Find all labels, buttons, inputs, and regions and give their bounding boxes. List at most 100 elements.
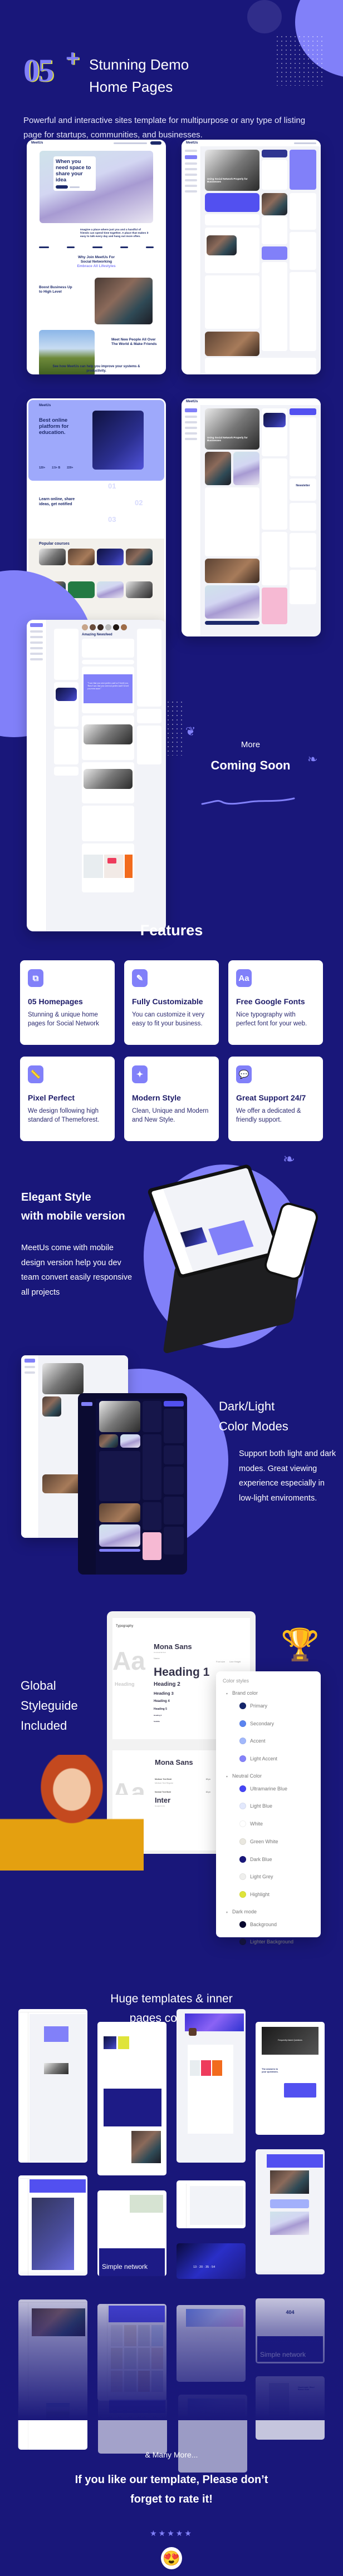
post-card xyxy=(99,1434,118,1448)
about-people-image xyxy=(131,2131,161,2163)
learn-heading: Learn online, share ideas, get notified xyxy=(39,497,75,506)
color-styles-title: Color styles xyxy=(223,1678,249,1684)
partner-logo xyxy=(120,246,128,248)
template-thumb-chat[interactable] xyxy=(177,2180,246,2228)
sidebar-item xyxy=(185,190,197,193)
hero-title-line: Home Pages xyxy=(89,78,173,95)
color-dot xyxy=(239,1873,246,1881)
color-group-header[interactable]: Neutral Color xyxy=(226,1773,321,1779)
education-stats: 120+ 2.5+ B 220+ xyxy=(39,466,73,470)
events-card xyxy=(54,729,79,764)
pencil-icon: ✎ xyxy=(132,969,148,987)
demo-hero-heading: When you need space to share your idea xyxy=(56,159,91,183)
calendar-card xyxy=(290,417,316,476)
decorative-circle xyxy=(247,0,282,33)
copy-icon: ⧉ xyxy=(28,969,43,987)
font-sub: Google Fonts xyxy=(155,1805,165,1807)
font-size-label: Font size xyxy=(216,1660,226,1663)
color-swatch-item: Light Grey xyxy=(239,1873,321,1881)
color-swatch-item: Background xyxy=(239,1921,321,1928)
course-thumb xyxy=(39,549,66,565)
star-rating[interactable]: ★★★★★ xyxy=(0,2529,343,2538)
boost-heading: Boost Business Up to High Level xyxy=(39,285,72,294)
demo-screenshot-landing[interactable]: MeetUs When you need space to share your… xyxy=(27,140,166,374)
stat-value: 120+ xyxy=(39,466,46,470)
faq-open-item xyxy=(284,2083,316,2098)
font-name: Inter xyxy=(155,1796,171,1804)
body-style-row: Medium Text Bold Medium Text Regular 18 px xyxy=(155,1778,210,1784)
template-thumb-about[interactable] xyxy=(97,2022,166,2175)
heading-sample: Heading 4 xyxy=(154,1700,170,1703)
quote-block xyxy=(44,2026,68,2042)
template-thumb-profile[interactable] xyxy=(177,2009,246,2163)
color-name: Ultramarine Blue xyxy=(250,1785,288,1792)
demo-screenshot-newsfeed[interactable]: Amazing Newsfeed "I saw that you were pe… xyxy=(27,620,166,931)
demo-logo: MeetUs xyxy=(186,141,198,145)
nav-links xyxy=(114,142,147,144)
simple-network-label: Simple network xyxy=(102,2263,148,2271)
color-dot xyxy=(239,1838,246,1845)
color-name: Background xyxy=(250,1921,277,1927)
template-thumb-groups[interactable] xyxy=(18,2175,87,2276)
ruler-icon: 📏 xyxy=(28,1065,43,1083)
demo-intro: Imagine a place where just you and a han… xyxy=(80,229,149,238)
demo-screenshot-dashboard[interactable]: MeetUs Using Social Network Properly for… xyxy=(182,140,321,374)
blog-image xyxy=(270,2170,309,2194)
sidebar-item xyxy=(30,623,43,627)
cta-heading: See how MeetUs can help you improve your… xyxy=(52,365,140,373)
login-button xyxy=(150,141,161,145)
sidebar-item xyxy=(30,653,43,655)
feature-title: 05 Homepages xyxy=(28,997,83,1006)
post-card xyxy=(120,1434,140,1448)
post-image xyxy=(84,769,133,789)
card xyxy=(262,150,287,157)
card xyxy=(262,262,287,351)
demo-navbar: MeetUs xyxy=(182,398,321,405)
color-dot xyxy=(239,1855,246,1863)
quote-block xyxy=(208,1220,254,1256)
step-number: 02 xyxy=(135,499,143,507)
demo-navbar xyxy=(78,1393,187,1399)
post-image xyxy=(201,2060,211,2076)
color-name: Light Grey xyxy=(250,1874,273,1880)
template-thumb-contact[interactable]: Simple network xyxy=(97,2190,166,2276)
post-card xyxy=(82,715,134,760)
why-line: Why Join MeetUs For xyxy=(77,255,115,259)
template-thumb-faq[interactable]: Frequently Asked Questions The answers t… xyxy=(256,2022,325,2135)
color-swatch-item: Primary xyxy=(239,1702,321,1709)
coming-soon-more: More xyxy=(241,740,261,749)
sidebar-item xyxy=(30,636,43,638)
sidebar-item xyxy=(185,174,197,176)
rate-line: forget to rate it! xyxy=(130,2493,213,2505)
testimonial-card xyxy=(290,503,316,531)
template-thumb-newsfeed[interactable] xyxy=(18,2009,87,2163)
color-dot xyxy=(239,1803,246,1810)
color-group-header[interactable]: Brand color xyxy=(226,1690,321,1696)
color-swatch-item: White xyxy=(239,1820,321,1828)
post-card xyxy=(82,762,134,803)
color-group-header[interactable]: Dark mode xyxy=(226,1909,321,1914)
heading-sample: Heading 2 xyxy=(154,1681,180,1687)
sidebar-item xyxy=(185,427,197,429)
blog-image xyxy=(263,413,286,427)
template-thumb-blog[interactable] xyxy=(256,2149,325,2274)
color-swatch-item: Dark Blue xyxy=(239,1855,321,1863)
trophy-icon: 🏆 xyxy=(281,1627,320,1662)
demo-screenshot-magazine[interactable]: MeetUs Using Social Network Properly for… xyxy=(182,398,321,636)
newsletter-title: Newsletter xyxy=(296,484,310,487)
color-dot xyxy=(239,1755,246,1763)
contacts-card xyxy=(137,726,161,764)
feature-desc: You can customize it very easy to fit yo… xyxy=(132,1011,204,1027)
sidebar-item xyxy=(185,150,197,152)
demo-logo: MeetUs xyxy=(31,141,43,145)
sidebar-item xyxy=(30,647,43,649)
sidebar-item xyxy=(185,155,197,159)
swirl-icon: ❧ xyxy=(307,752,318,766)
composer-card xyxy=(82,639,134,658)
clock-card xyxy=(164,1401,184,1407)
sidebar-item xyxy=(185,432,197,435)
newsfeed-title: Amazing Newsfeed xyxy=(82,633,112,636)
card xyxy=(143,1401,161,1432)
news-image xyxy=(207,235,237,255)
decorative-dots xyxy=(166,700,185,756)
